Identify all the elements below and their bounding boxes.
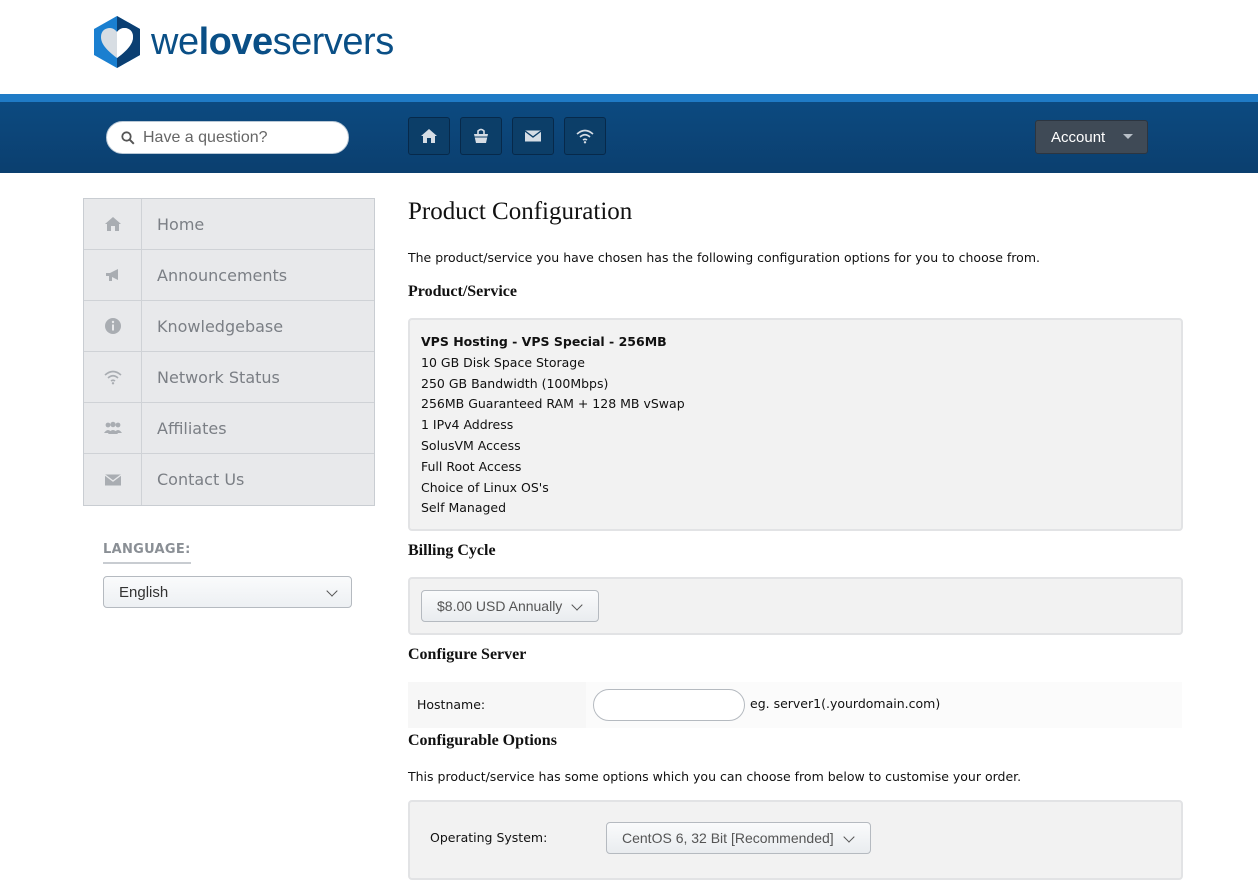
info-icon	[104, 318, 121, 334]
nav-home-button[interactable]	[408, 117, 450, 155]
os-label: Operating System:	[430, 830, 548, 845]
os-select[interactable]: CentOS 6, 32 Bit [Recommended]	[606, 822, 871, 854]
language-value: English	[119, 583, 169, 601]
site-logo[interactable]: weloveservers	[91, 14, 394, 70]
caret-down-icon	[1123, 134, 1133, 139]
sidebar-nav: Home Announcements Knowledgebase Network…	[83, 198, 375, 506]
sidebar-item-contact-us[interactable]: Contact Us	[84, 454, 374, 505]
mail-icon	[524, 130, 542, 142]
sidebar-item-network-status[interactable]: Network Status	[84, 352, 374, 403]
home-icon	[421, 129, 437, 143]
product-feature: 10 GB Disk Space Storage	[421, 354, 585, 370]
sidebar-item-home[interactable]: Home	[84, 199, 374, 250]
product-feature: Self Managed	[421, 500, 507, 516]
options-intro: This product/service has some options wh…	[408, 769, 1022, 784]
product-feature: 250 GB Bandwidth (100Mbps)	[421, 375, 609, 391]
sidebar-item-label: Contact Us	[157, 470, 245, 489]
product-name: VPS Hosting - VPS Special - 256MB	[421, 334, 667, 349]
search-icon	[121, 130, 135, 145]
hostname-input[interactable]	[593, 689, 745, 721]
billing-cycle-select[interactable]: $8.00 USD Annually	[421, 590, 599, 622]
account-label: Account	[1051, 128, 1106, 146]
users-icon	[103, 421, 122, 434]
sidebar-item-label: Network Status	[157, 367, 280, 387]
logo-wordmark: weloveservers	[151, 20, 394, 63]
sidebar-item-affiliates[interactable]: Affiliates	[84, 403, 374, 454]
product-summary-panel: VPS Hosting - VPS Special - 256MB 10 GB …	[408, 318, 1183, 531]
sidebar-item-label: Announcements	[157, 265, 288, 285]
sidebar-item-label: Knowledgebase	[157, 316, 284, 336]
billing-heading: Billing Cycle	[408, 542, 496, 559]
product-feature: SolusVM Access	[421, 437, 521, 453]
configurable-options-heading: Configurable Options	[408, 732, 557, 749]
os-value: CentOS 6, 32 Bit [Recommended]	[622, 830, 834, 846]
heart-shield-icon	[94, 16, 140, 68]
sidebar-item-label: Home	[157, 214, 205, 234]
hostname-label: Hostname:	[417, 697, 486, 712]
page-intro: The product/service you have chosen has …	[408, 250, 1040, 265]
sidebar-item-label: Affiliates	[157, 418, 227, 438]
page-title: Product Configuration	[408, 198, 633, 225]
sidebar-item-announcements[interactable]: Announcements	[84, 250, 374, 301]
product-feature: Choice of Linux OS's	[421, 479, 549, 495]
nav-cart-button[interactable]	[460, 117, 502, 155]
language-select[interactable]: English	[103, 576, 352, 608]
search-box[interactable]	[106, 121, 349, 154]
wifi-icon	[103, 370, 122, 385]
product-feature: 256MB Guaranteed RAM + 128 MB vSwap	[421, 396, 685, 412]
wifi-icon	[576, 129, 594, 144]
home-icon	[104, 217, 121, 231]
sidebar-item-knowledgebase[interactable]: Knowledgebase	[84, 301, 374, 352]
hostname-hint: eg. server1(.yourdomain.com)	[750, 696, 941, 711]
chevron-down-icon	[571, 599, 583, 611]
configure-server-heading: Configure Server	[408, 646, 527, 663]
product-feature: 1 IPv4 Address	[421, 417, 514, 433]
search-input[interactable]	[141, 127, 345, 148]
billing-cycle-value: $8.00 USD Annually	[437, 598, 563, 614]
nav-contact-button[interactable]	[512, 117, 554, 155]
product-feature: Full Root Access	[421, 458, 522, 474]
product-heading: Product/Service	[408, 283, 518, 300]
account-dropdown[interactable]: Account	[1035, 120, 1148, 154]
megaphone-icon	[105, 269, 118, 281]
nav-network-button[interactable]	[564, 117, 606, 155]
chevron-down-icon	[843, 831, 855, 843]
language-label: LANGUAGE:	[103, 542, 191, 564]
mail-icon	[104, 473, 121, 485]
basket-icon	[474, 128, 488, 143]
chevron-down-icon	[326, 585, 338, 597]
